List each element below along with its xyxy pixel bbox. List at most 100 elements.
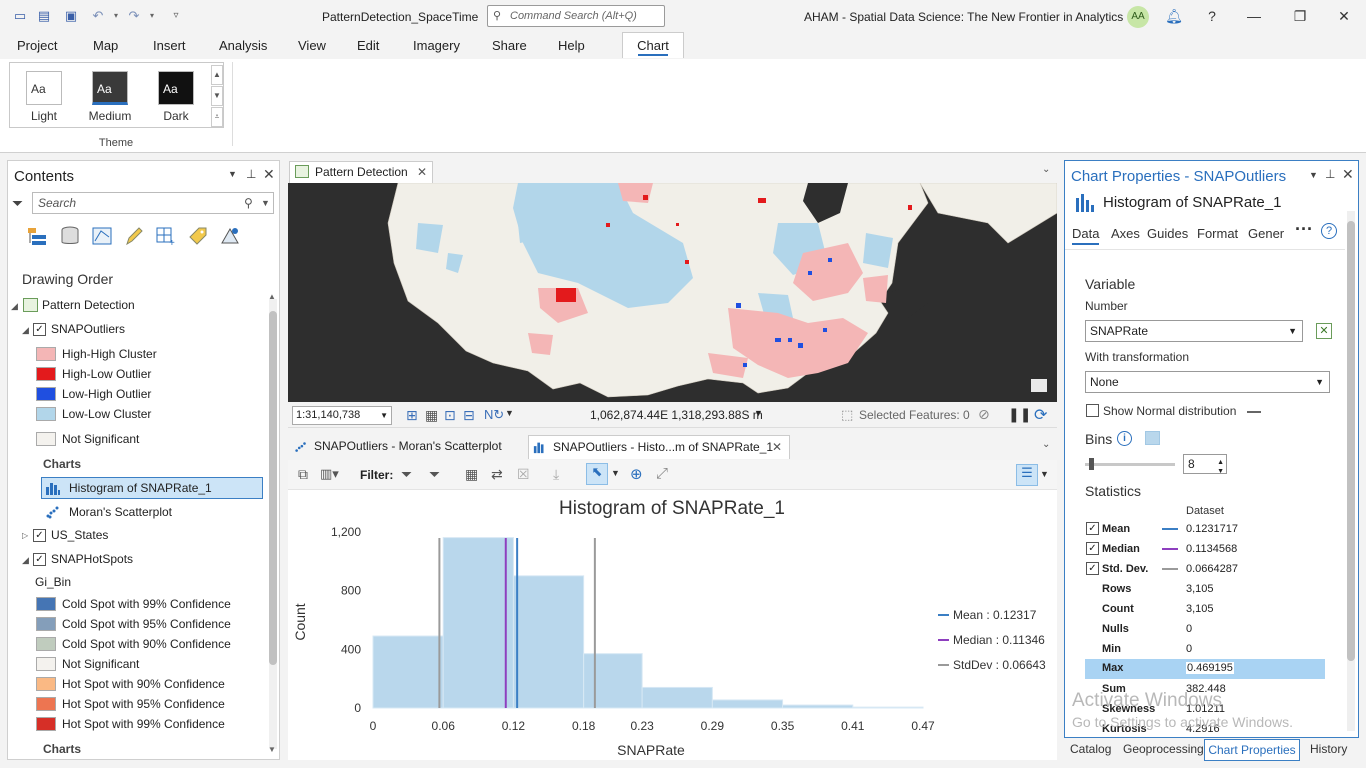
chevron-down-icon[interactable]: ▼ <box>505 408 514 418</box>
help-icon[interactable]: ? <box>1321 223 1337 239</box>
tree-layer-snaphotspots[interactable]: SNAPHotSpots <box>51 552 133 566</box>
legend-toggle-icon[interactable]: ☰ <box>1016 464 1038 486</box>
chevron-down-icon[interactable]: ▼ <box>611 468 620 478</box>
list-by-data-source-icon[interactable] <box>59 225 81 247</box>
pane-options-icon[interactable]: ▼ <box>1309 170 1318 180</box>
stepper-down-icon[interactable]: ▼ <box>1217 463 1224 481</box>
stat-median-checkbox[interactable]: ✓ <box>1086 542 1099 555</box>
tab-history[interactable]: History <box>1310 742 1347 756</box>
filter-by-selection-icon[interactable]: ⏷ <box>429 466 440 483</box>
list-by-perspective-icon[interactable] <box>219 225 241 247</box>
command-search-input[interactable]: ⚲ Command Search (Alt+Q) <box>487 5 665 27</box>
layer-visibility-checkbox[interactable]: ✓ <box>33 323 46 336</box>
transformation-select[interactable]: None ▼ <box>1085 371 1330 393</box>
histogram-bar[interactable] <box>782 704 854 709</box>
menu-edit[interactable]: Edit <box>357 38 379 53</box>
layer-visibility-checkbox[interactable]: ✓ <box>33 529 46 542</box>
chart-item-histogram-label[interactable]: Histogram of SNAPRate_1 <box>69 481 212 495</box>
contents-search-input[interactable]: Search ⚲ ▼ <box>32 192 274 214</box>
menu-imagery[interactable]: Imagery <box>413 38 460 53</box>
chevron-down-icon[interactable]: ▼ <box>261 193 270 213</box>
chevron-down-icon[interactable]: ▼ <box>1040 469 1049 479</box>
histogram-bar[interactable] <box>583 653 643 709</box>
notification-bell-icon[interactable]: 🔔︎ <box>1164 7 1184 25</box>
properties-scrollbar-thumb[interactable] <box>1347 221 1355 661</box>
list-by-labeling-icon[interactable] <box>187 225 209 247</box>
table-icon[interactable]: ▦ <box>465 466 478 483</box>
collapse-arrow-icon[interactable]: ▷ <box>22 531 28 540</box>
gallery-scroll-down-icon[interactable]: ▼ <box>211 86 223 106</box>
restore-icon[interactable]: ❐ <box>1290 7 1310 25</box>
clear-selection-icon[interactable]: ☒ <box>517 466 530 483</box>
theme-medium-swatch[interactable]: Aa <box>92 71 128 105</box>
scroll-down-icon[interactable]: ▼ <box>268 745 276 754</box>
layer-visibility-checkbox[interactable]: ✓ <box>33 553 46 566</box>
tree-layer-snapoutliers[interactable]: SNAPOutliers <box>51 322 125 336</box>
menu-share[interactable]: Share <box>492 38 527 53</box>
scroll-up-icon[interactable]: ▲ <box>268 292 276 301</box>
new-project-icon[interactable]: ▭ <box>12 8 28 24</box>
stat-mean-checkbox[interactable]: ✓ <box>1086 522 1099 535</box>
pane-close-icon[interactable]: ✕ <box>1342 166 1354 183</box>
theme-dark-swatch[interactable]: Aa <box>158 71 194 105</box>
chevron-down-icon[interactable]: ▼ <box>754 408 763 418</box>
menu-map[interactable]: Map <box>93 38 118 53</box>
theme-light-label[interactable]: Light <box>14 109 74 123</box>
tab-close-icon[interactable]: ✕ <box>772 436 782 458</box>
menu-insert[interactable]: Insert <box>153 38 186 53</box>
pin-icon[interactable]: ⊥ <box>1325 167 1335 181</box>
tab-map-pattern-detection[interactable]: Pattern Detection ✕ <box>289 161 433 183</box>
expand-arrow-icon[interactable]: ◢ <box>22 325 29 336</box>
map-view[interactable] <box>288 183 1057 402</box>
tab-morans-scatterplot[interactable]: SNAPOutliers - Moran's Scatterplot <box>289 436 527 458</box>
menu-analysis[interactable]: Analysis <box>219 38 267 53</box>
expand-arrow-icon[interactable]: ◢ <box>22 555 29 566</box>
contents-scrollbar-thumb[interactable] <box>269 311 277 665</box>
views-dropdown-icon[interactable]: ⌄ <box>1042 439 1050 450</box>
grid-icon[interactable]: ▦ <box>425 407 438 424</box>
avatar[interactable]: AA <box>1127 6 1149 28</box>
add-grid-icon[interactable]: ⊞ <box>406 407 418 424</box>
customize-toolbar-icon[interactable]: ▿ <box>168 8 184 24</box>
redo-icon[interactable]: ↷ <box>126 8 142 24</box>
stat-max-value[interactable]: 0.469195 <box>1186 662 1234 674</box>
undo-dropdown-icon[interactable]: ▾ <box>108 8 124 24</box>
full-extent-icon[interactable]: ⤢ <box>656 465 668 482</box>
menu-help[interactable]: Help <box>558 38 585 53</box>
open-folder-icon[interactable]: ▤ <box>36 8 52 24</box>
tab-general[interactable]: Gener <box>1248 226 1284 241</box>
chevron-down-icon[interactable]: ▼ <box>380 407 388 424</box>
tab-chart-properties[interactable]: Chart Properties <box>1204 739 1300 761</box>
theme-medium-label[interactable]: Medium <box>80 109 140 123</box>
menu-view[interactable]: View <box>298 38 326 53</box>
menu-project[interactable]: Project <box>17 38 57 53</box>
bins-input[interactable]: 8 ▲ ▼ <box>1183 454 1227 475</box>
tab-axes[interactable]: Axes <box>1111 226 1140 241</box>
chart-properties-icon[interactable]: ⧉ <box>298 466 308 483</box>
filter-by-extent-icon[interactable]: ⏷ <box>401 466 412 483</box>
list-by-editing-icon[interactable] <box>123 225 145 247</box>
bin-color-swatch[interactable] <box>1145 431 1160 445</box>
zoom-in-icon[interactable]: ⊕ <box>630 465 643 483</box>
tab-histogram[interactable]: SNAPOutliers - Histo...m of SNAPRate_1 ✕ <box>528 435 790 459</box>
refresh-icon[interactable]: ⟳ <box>1034 405 1047 425</box>
pane-options-icon[interactable]: ▼ <box>228 169 237 179</box>
histogram-bar[interactable] <box>512 575 585 709</box>
list-by-drawing-order-icon[interactable] <box>26 225 48 247</box>
pin-icon[interactable]: ⊥ <box>246 167 256 181</box>
tab-catalog[interactable]: Catalog <box>1070 742 1111 756</box>
undo-icon[interactable]: ↶ <box>90 8 106 24</box>
help-icon[interactable]: ? <box>1202 7 1222 25</box>
tab-close-icon[interactable]: ✕ <box>417 162 427 182</box>
gallery-expand-icon[interactable]: ⩡ <box>211 107 223 127</box>
bins-slider[interactable] <box>1085 463 1175 466</box>
bins-slider-thumb[interactable] <box>1089 458 1095 470</box>
histogram-bar[interactable] <box>442 537 514 709</box>
histogram-svg[interactable]: Histogram of SNAPRate_1 Count SNAPRate 0… <box>288 490 1057 760</box>
tab-guides[interactable]: Guides <box>1147 226 1188 241</box>
pane-close-icon[interactable]: ✕ <box>263 166 275 183</box>
number-select[interactable]: SNAPRate ▼ <box>1085 320 1303 342</box>
tab-data[interactable]: Data <box>1072 226 1100 245</box>
north-arrow-icon[interactable]: N↻ <box>484 407 504 423</box>
map-scale-input[interactable]: 1:31,140,738 ▼ <box>292 406 392 425</box>
